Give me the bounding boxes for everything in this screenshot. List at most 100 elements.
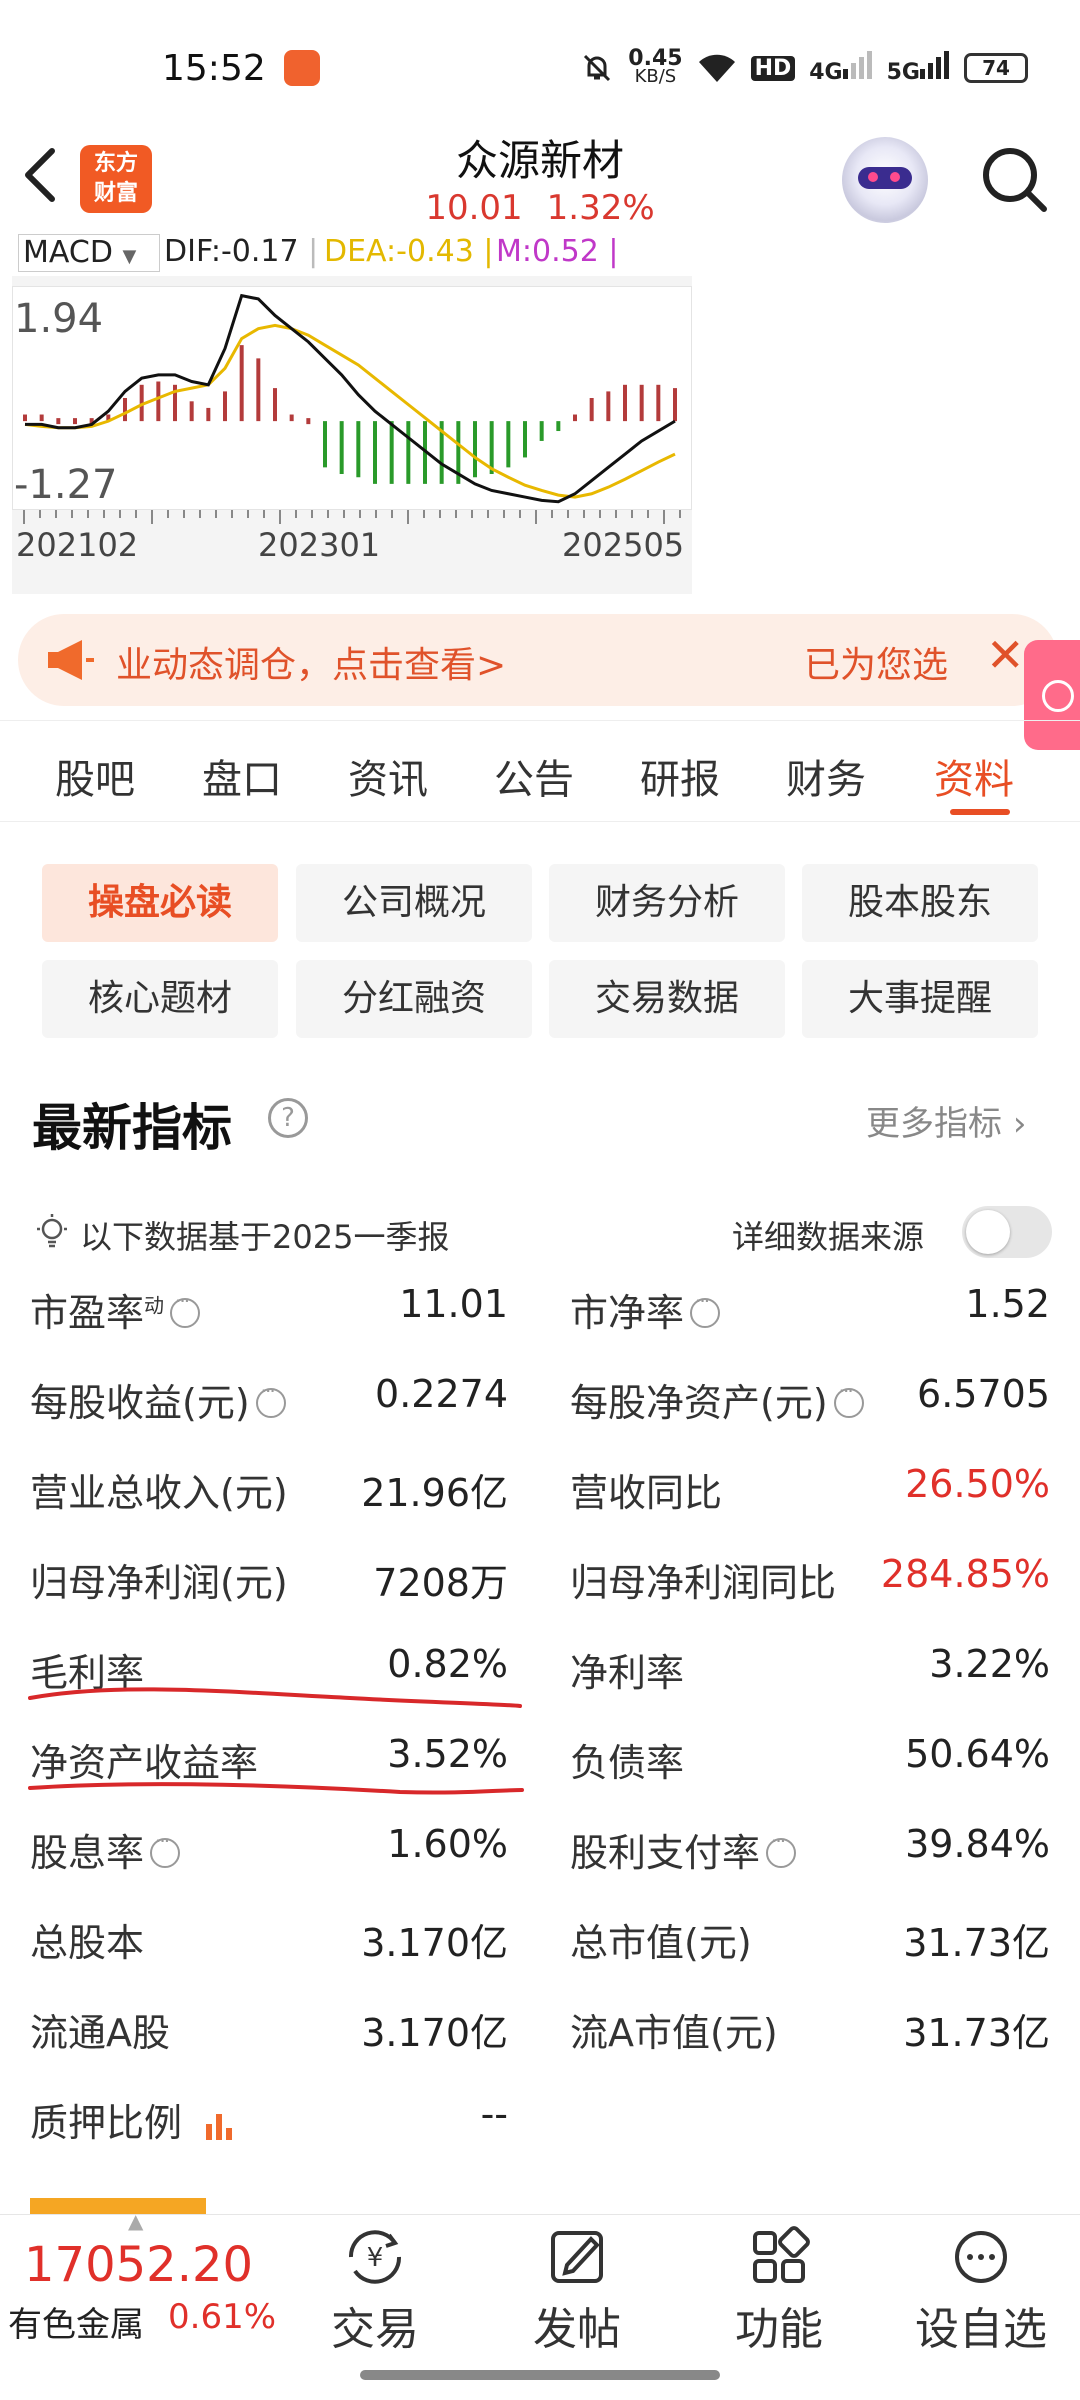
macd-histogram-bar: [306, 418, 311, 425]
banner-close-button[interactable]: ✕: [986, 628, 1025, 682]
eps-label: 每股收益(元): [30, 1372, 286, 1427]
handdrawn-underline-marks: [28, 1687, 524, 1795]
tab-guba[interactable]: 股吧: [55, 747, 135, 805]
indicator-row: 质押比例 --: [0, 2072, 1080, 2162]
btn-shareholders[interactable]: 股本股东: [802, 864, 1038, 942]
data-source-label: 详细数据来源: [732, 1218, 925, 1256]
pe-value: 11.01: [399, 1282, 508, 1326]
nav-trade[interactable]: ¥ 交易: [300, 2225, 450, 2357]
indicator-row: 营业总收入(元) 21.96亿 营收同比 26.50%: [0, 1442, 1080, 1532]
assistant-robot-icon[interactable]: [842, 137, 928, 223]
net-profit-yoy-value: 284.85%: [880, 1552, 1050, 1596]
pe-label: 市盈率动: [30, 1282, 201, 1337]
btn-company-overview[interactable]: 公司概况: [296, 864, 532, 942]
banner-text: 业动态调仓，点击查看>: [116, 645, 507, 686]
net-speed: 0.45 KB/S: [628, 46, 683, 87]
more-indicators-link[interactable]: 更多指标 ›: [866, 1096, 1026, 1145]
info-icon[interactable]: [690, 1289, 721, 1328]
search-icon[interactable]: [978, 143, 1050, 215]
revenue-value: 21.96亿: [361, 1471, 508, 1515]
lightbulb-icon: [37, 1214, 67, 1248]
index-value[interactable]: 17052.20: [24, 2237, 253, 2293]
grid-apps-icon: [753, 2226, 810, 2283]
nav-add-watchlist[interactable]: 设自选: [906, 2225, 1056, 2357]
index-name[interactable]: 有色金属: [8, 2297, 144, 2346]
tab-research[interactable]: 研报: [640, 747, 720, 805]
expand-arrow-icon[interactable]: ▲: [128, 2209, 143, 2233]
tab-finance[interactable]: 财务: [786, 747, 866, 805]
home-indicator[interactable]: [360, 2370, 720, 2380]
bvps-label: 每股净资产(元): [570, 1372, 864, 1427]
stock-price: 10.01: [425, 188, 523, 228]
x-tick-label: 202505: [562, 526, 685, 564]
nav-functions[interactable]: 功能: [704, 2225, 854, 2357]
chevron-right-icon: ›: [1012, 1104, 1027, 1144]
info-icon[interactable]: [150, 1829, 181, 1868]
market-cap-value: 31.73亿: [903, 1921, 1050, 1965]
btn-core-themes[interactable]: 核心题材: [42, 960, 278, 1038]
info-icon[interactable]: [255, 1379, 286, 1418]
macd-histogram-bar: [56, 418, 61, 425]
info-icon[interactable]: [170, 1289, 201, 1328]
signal-4g: 4G: [809, 51, 872, 85]
status-bar: 15:52 0.45 KB/S HD 4G 5G 74: [0, 0, 1080, 125]
help-icon[interactable]: ?: [268, 1098, 308, 1138]
signal-bars-icon: [920, 51, 949, 79]
x-tick-label: 202301: [258, 526, 381, 564]
payout-ratio-label: 股利支付率: [570, 1822, 797, 1877]
svg-text:¥: ¥: [367, 2243, 384, 2273]
bar-chart-icon[interactable]: [204, 2110, 238, 2142]
debt-ratio-value: 50.64%: [905, 1732, 1050, 1776]
indicator-row: 总股本 3.170亿 总市值(元) 31.73亿: [0, 1892, 1080, 1982]
dividend-yield-value: 1.60%: [387, 1822, 508, 1866]
btn-trading-must-read[interactable]: 操盘必读: [42, 864, 278, 942]
tab-announcements[interactable]: 公告: [494, 747, 574, 805]
info-icon[interactable]: [833, 1379, 864, 1418]
btn-financial-analysis[interactable]: 财务分析: [549, 864, 785, 942]
market-cap-label: 总市值(元): [570, 1921, 752, 1965]
dif-value: DIF:-0.17 |: [164, 234, 319, 269]
tab-profile[interactable]: 资料: [934, 747, 1014, 805]
dea-line: [24, 323, 676, 499]
indicator-selector[interactable]: MACD ▼: [18, 234, 160, 272]
nav-post[interactable]: 发帖: [502, 2225, 652, 2357]
dividend-yield-label: 股息率: [30, 1822, 181, 1877]
net-margin-value: 3.22%: [929, 1642, 1050, 1686]
btn-trading-data[interactable]: 交易数据: [549, 960, 785, 1038]
debt-ratio-label: 负债率: [570, 1741, 685, 1785]
total-shares-value: 3.170亿: [361, 1921, 508, 1965]
trade-yen-icon: ¥: [348, 2230, 402, 2284]
btn-event-reminders[interactable]: 大事提醒: [802, 960, 1038, 1038]
float-market-cap-value: 31.73亿: [903, 2011, 1050, 2055]
data-source-toggle[interactable]: [962, 1206, 1052, 1258]
indicator-row: 每股收益(元) 0.2274 每股净资产(元) 6.5705: [0, 1352, 1080, 1442]
hd-badge: HD: [750, 55, 796, 81]
m-value: M:0.52 |: [496, 234, 619, 269]
edit-icon: [551, 2231, 603, 2283]
signal-bars-icon: [842, 51, 872, 79]
promo-banner[interactable]: 业动态调仓，点击查看> 已为您选 ✕: [18, 614, 1058, 706]
more-dots-icon: [955, 2231, 1007, 2283]
bvps-value: 6.5705: [917, 1372, 1050, 1416]
time-axis-ticks: [23, 510, 681, 524]
revenue-yoy-label: 营收同比: [570, 1471, 723, 1515]
tab-pankou[interactable]: 盘口: [202, 747, 282, 805]
data-basis-note: 以下数据基于2025一季报: [80, 1218, 450, 1256]
eps-value: 0.2274: [375, 1372, 508, 1416]
revenue-label: 营业总收入(元): [30, 1471, 288, 1515]
dif-line: [25, 293, 676, 504]
signal-5g: 5G: [887, 51, 950, 85]
app-notification-icon: [284, 50, 320, 86]
index-change[interactable]: 0.61%: [168, 2297, 276, 2337]
btn-dividends-financing[interactable]: 分红融资: [296, 960, 532, 1038]
y-axis-max: 1.94: [14, 296, 104, 342]
indicator-row: 流通A股 3.170亿 流A市值(元) 31.73亿: [0, 1982, 1080, 2072]
active-tab-indicator: [950, 809, 1010, 815]
pledge-ratio-value: --: [480, 2092, 508, 2136]
payout-ratio-value: 39.84%: [905, 1822, 1050, 1866]
megaphone-icon: [48, 640, 94, 680]
tab-news[interactable]: 资讯: [348, 747, 428, 805]
info-icon[interactable]: [766, 1829, 797, 1868]
indicator-row: 市盈率动 11.01 市净率 1.52: [0, 1262, 1080, 1352]
pledge-ratio-label: 质押比例: [30, 2092, 238, 2147]
